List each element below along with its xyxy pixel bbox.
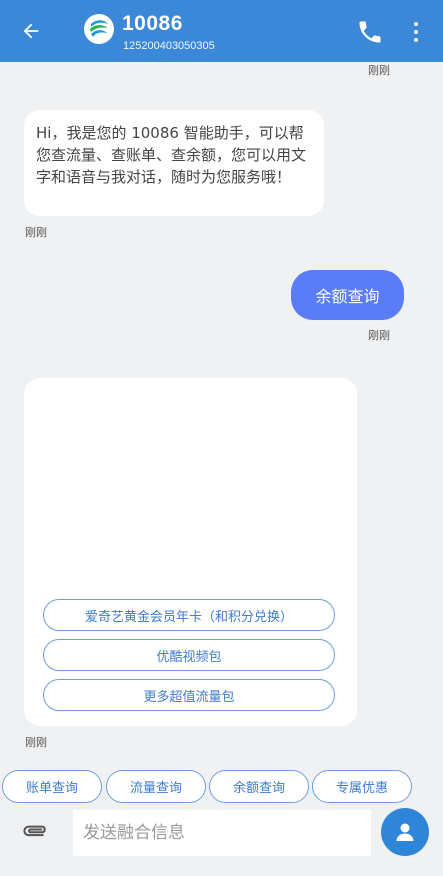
back-button[interactable] xyxy=(14,16,48,46)
message-timestamp: 刚刚 xyxy=(25,226,47,239)
contact-number: 125200403050305 xyxy=(123,40,215,52)
message-input[interactable] xyxy=(73,810,371,856)
top-app-bar: 10086 125200403050305 xyxy=(0,0,443,62)
quick-reply-data[interactable]: 流量查询 xyxy=(106,770,206,803)
more-options-button[interactable] xyxy=(404,18,428,46)
card-suggestion-more-data[interactable]: 更多超值流量包 xyxy=(43,679,335,711)
china-mobile-logo-icon xyxy=(84,14,114,44)
card-suggestion-iqiyi[interactable]: 爱奇艺黄金会员年卡（和积分兑换） xyxy=(43,599,335,631)
paperclip-icon xyxy=(23,825,46,837)
user-message-bubble: 余额查询 xyxy=(291,270,404,320)
profile-button[interactable] xyxy=(381,808,429,856)
quick-reply-bar: 账单查询 流量查询 余额查询 专属优惠 xyxy=(0,770,443,804)
contact-title: 10086 xyxy=(122,12,183,35)
chat-screen: 10086 125200403050305 刚刚 Hi，我是您的 10086 智… xyxy=(0,0,443,876)
card-suggestion-youku[interactable]: 优酷视频包 xyxy=(43,639,335,671)
quick-reply-bill[interactable]: 账单查询 xyxy=(2,770,102,803)
phone-icon xyxy=(359,21,381,43)
rich-card: 爱奇艺黄金会员年卡（和积分兑换） 优酷视频包 更多超值流量包 xyxy=(24,378,357,726)
user-icon xyxy=(396,823,414,841)
attach-button[interactable] xyxy=(20,818,50,848)
message-timestamp: 刚刚 xyxy=(25,736,47,749)
arrow-left-icon xyxy=(23,23,39,39)
quick-reply-balance[interactable]: 余额查询 xyxy=(209,770,309,803)
quick-reply-offers[interactable]: 专属优惠 xyxy=(312,770,412,803)
call-button[interactable] xyxy=(356,18,384,46)
message-timestamp: 刚刚 xyxy=(368,329,390,342)
assistant-greeting-bubble: Hi，我是您的 10086 智能助手，可以帮您查流量、查账单、查余额，您可以用文… xyxy=(24,110,324,216)
message-timestamp: 刚刚 xyxy=(368,64,390,77)
more-vertical-icon xyxy=(414,22,418,26)
